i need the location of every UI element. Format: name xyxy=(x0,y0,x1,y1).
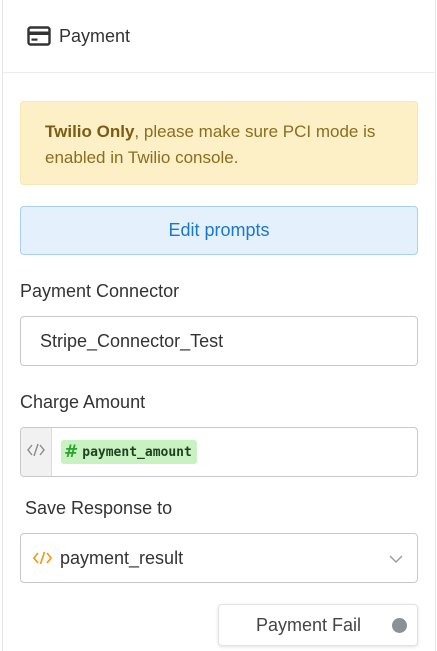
charge-amount-field[interactable]: # payment_amount xyxy=(20,427,418,477)
charge-amount-label: Charge Amount xyxy=(20,392,146,412)
warning-bold-text: Twilio Only xyxy=(45,122,135,141)
credit-card-icon xyxy=(27,24,51,48)
payment-node-panel: Payment Twilio Only, please make sure PC… xyxy=(2,0,436,651)
code-toggle[interactable] xyxy=(21,428,52,476)
payment-connector-label: Payment Connector xyxy=(20,281,180,301)
panel-title: Payment xyxy=(59,25,131,46)
connector-dot-icon[interactable] xyxy=(392,618,407,633)
code-icon xyxy=(27,442,45,463)
payment-fail-label: Payment Fail xyxy=(256,614,362,635)
variable-name: payment_amount xyxy=(82,444,192,460)
chevron-down-icon xyxy=(389,548,403,569)
variable-hash-icon: # xyxy=(64,442,79,462)
pci-warning-banner: Twilio Only, please make sure PCI mode i… xyxy=(20,101,418,185)
payment-connector-field[interactable]: Stripe_Connector_Test xyxy=(20,316,418,366)
save-response-select[interactable]: payment_result xyxy=(20,533,418,583)
variable-chip[interactable]: # payment_amount xyxy=(61,440,197,464)
save-response-label: Save Response to xyxy=(25,498,173,518)
panel-header: Payment xyxy=(3,0,435,73)
edit-prompts-button[interactable]: Edit prompts xyxy=(20,206,418,255)
payment-connector-value: Stripe_Connector_Test xyxy=(40,330,224,351)
payment-fail-port[interactable]: Payment Fail xyxy=(218,604,418,646)
save-response-value: payment_result xyxy=(60,547,184,568)
code-icon xyxy=(33,550,52,566)
